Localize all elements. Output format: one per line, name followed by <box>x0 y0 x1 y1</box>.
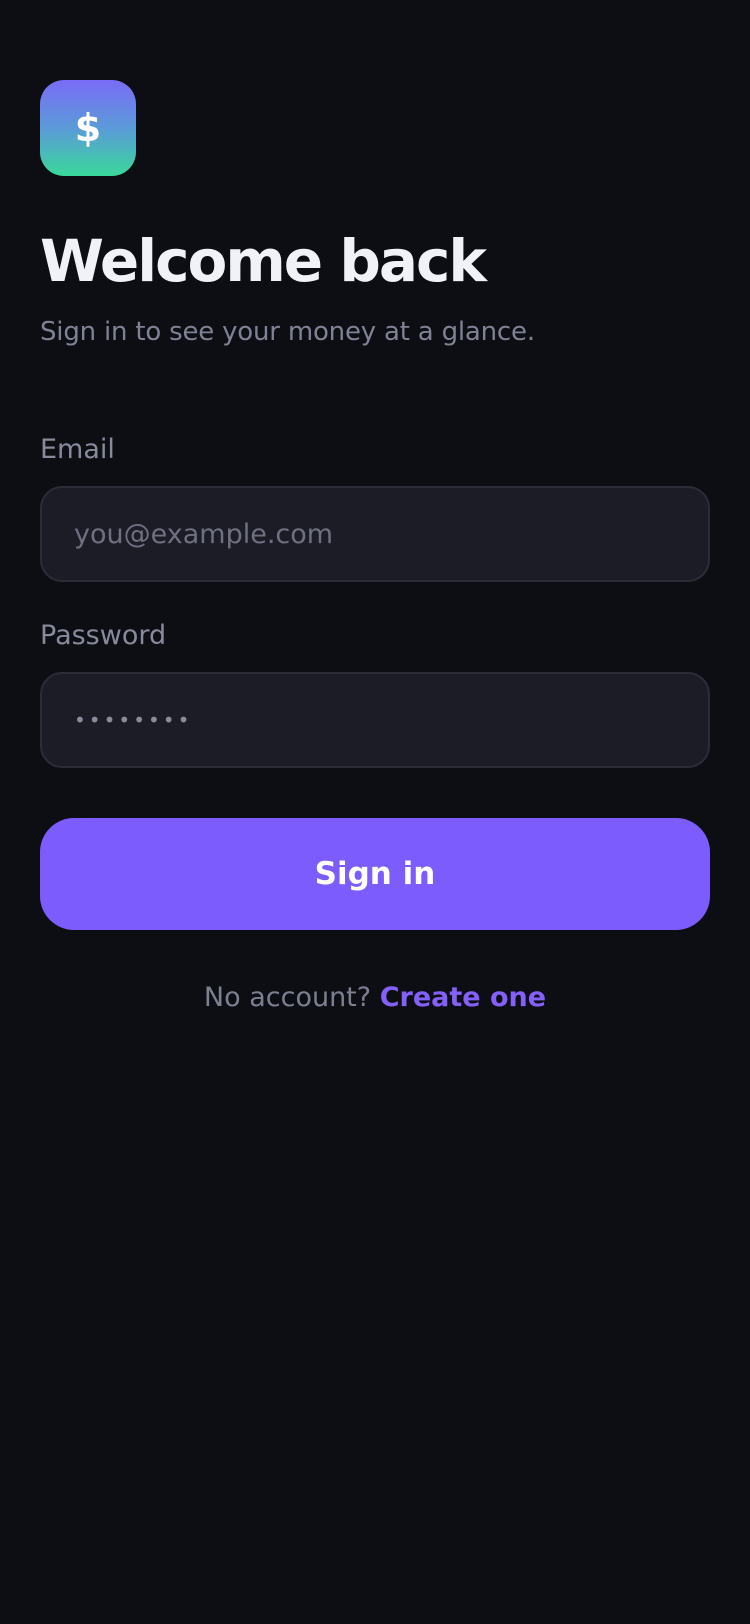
email-label: Email <box>40 434 115 465</box>
page-title: Welcome back <box>40 227 487 295</box>
sign-in-screen: $ Welcome back Sign in to see your money… <box>0 0 750 1624</box>
signup-prompt: No account? Create one <box>0 978 750 1018</box>
app-logo: $ <box>40 80 136 176</box>
password-label: Password <box>40 620 167 651</box>
page-subtitle: Sign in to see your money at a glance. <box>40 317 535 347</box>
password-input[interactable] <box>74 708 708 732</box>
password-field[interactable] <box>40 672 710 768</box>
email-field[interactable] <box>40 486 710 582</box>
signup-prompt-text: No account? <box>203 982 372 1013</box>
create-account-link[interactable]: Create one <box>380 982 546 1013</box>
dollar-icon: $ <box>74 106 102 150</box>
sign-in-button[interactable]: Sign in <box>40 818 710 930</box>
email-input[interactable] <box>74 518 708 550</box>
